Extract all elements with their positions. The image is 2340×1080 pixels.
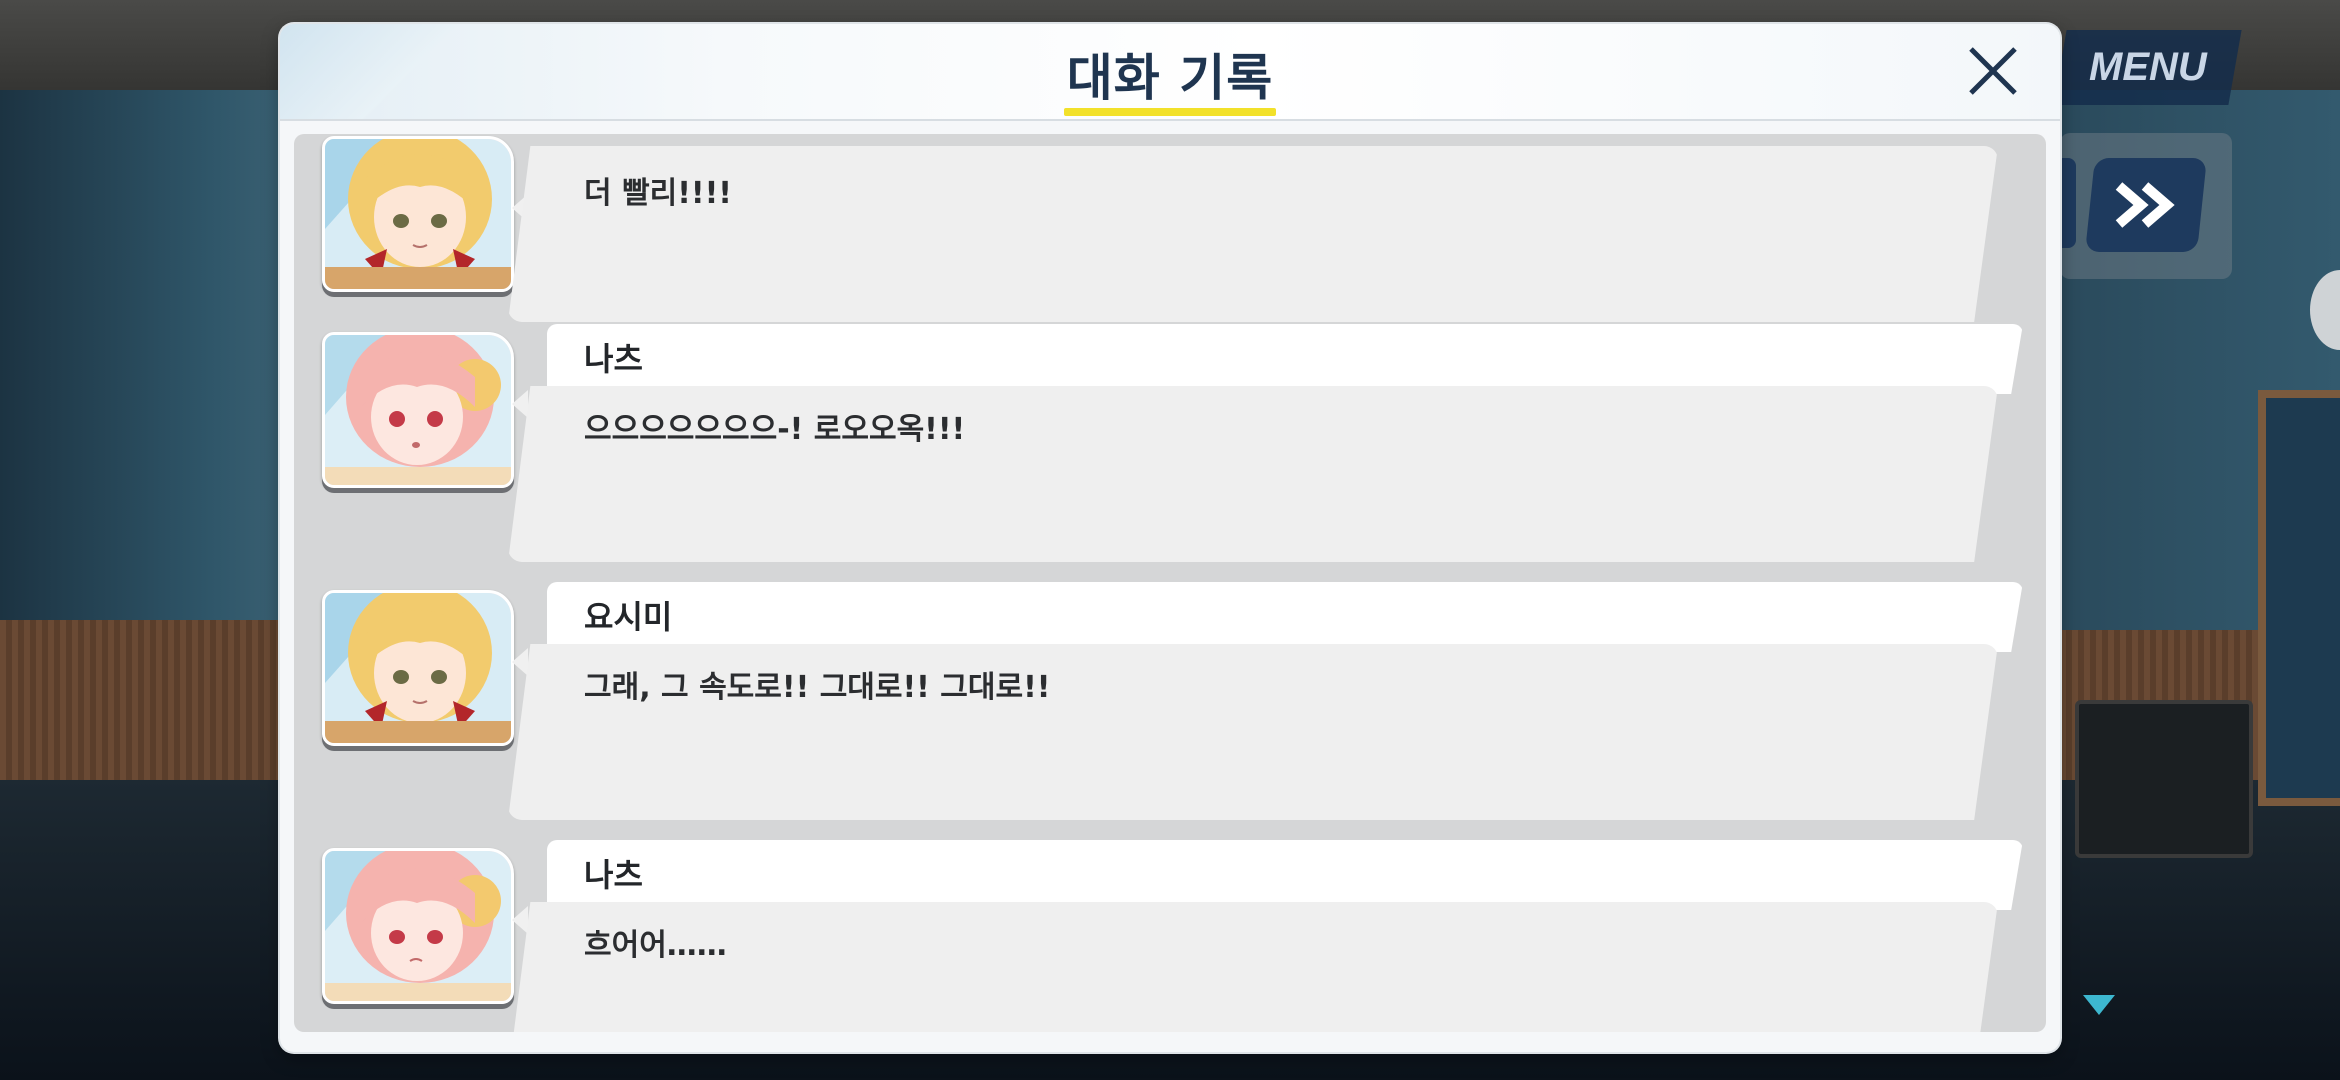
- dialog-title: 대화 기록: [1066, 49, 1274, 107]
- log-entry: 나츠 흐어어……: [294, 840, 2046, 1032]
- message-text: 그래, 그 속도로!! 그대로!! 그대로!!: [584, 670, 1051, 705]
- speech-pointer: [512, 648, 528, 676]
- wall-left: [0, 90, 300, 630]
- message-text: 더 빨리!!!!: [584, 176, 732, 211]
- log-entry: 더 빨리!!!!: [294, 134, 2046, 322]
- speaker-name-bar: [547, 582, 2023, 652]
- dialog-log-window: 대화 기록 더 빨리!!!! 나츠 으으으으으으으-! 로오오옥!!! 요시미 …: [280, 24, 2060, 1052]
- triangle-down-icon: [2083, 995, 2115, 1015]
- speaker-name: 나츠: [584, 340, 643, 378]
- wood-panel-left: [0, 620, 290, 790]
- speaker-name-bar: [547, 840, 2023, 910]
- log-list[interactable]: 더 빨리!!!! 나츠 으으으으으으으-! 로오오옥!!! 요시미 그래, 그 …: [294, 134, 2046, 1032]
- speech-pointer: [512, 390, 528, 418]
- message-text: 으으으으으으으-! 로오오옥!!!: [584, 412, 966, 447]
- speaker-name-bar: [547, 324, 2023, 394]
- fast-forward-button[interactable]: [2085, 158, 2207, 252]
- door: [2258, 390, 2340, 806]
- speaker-name: 나츠: [584, 856, 643, 894]
- close-button[interactable]: [1960, 38, 2026, 104]
- close-icon: [1969, 47, 2017, 95]
- menu-label: MENU: [2088, 45, 2207, 89]
- avatar-yoshimi: [322, 136, 514, 292]
- menu-button[interactable]: MENU: [2053, 30, 2242, 105]
- title-underline: [1064, 108, 1276, 116]
- log-entry: 나츠 으으으으으으으-! 로오오옥!!!: [294, 324, 2046, 572]
- avatar-yoshimi: [322, 590, 514, 746]
- speech-pointer: [512, 906, 528, 934]
- message-text: 흐어어……: [584, 928, 727, 963]
- avatar-natsu: [322, 848, 514, 1004]
- amplifier: [2075, 700, 2253, 858]
- dialog-header: 대화 기록: [280, 24, 2060, 121]
- avatar-natsu: [322, 332, 514, 488]
- auto-button-edge[interactable]: [2060, 158, 2076, 248]
- log-entry: 요시미 그래, 그 속도로!! 그대로!! 그대로!!: [294, 582, 2046, 830]
- fast-forward-icon: [2115, 182, 2175, 228]
- speaker-name: 요시미: [584, 598, 673, 636]
- message-box: [508, 902, 1998, 1032]
